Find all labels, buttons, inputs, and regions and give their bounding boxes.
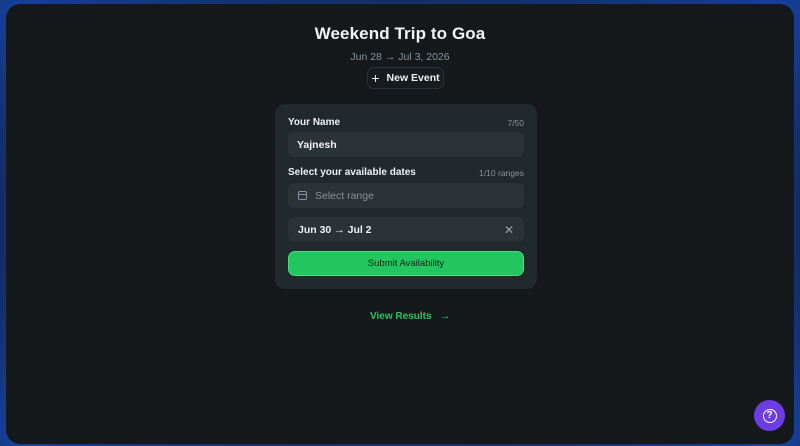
help-icon: ? (762, 408, 777, 423)
availability-form: Your Name 7/50 Yajnesh Select your avail… (275, 104, 537, 289)
arrow-right-icon: → (439, 310, 451, 322)
name-input[interactable]: Yajnesh (288, 132, 524, 157)
dates-label: Select your available dates (288, 167, 416, 178)
dates-range-count: 1/10 ranges (479, 168, 524, 178)
event-date-range: Jun 28 → Jul 3, 2026 (350, 51, 450, 63)
new-event-button[interactable]: + New Event (367, 67, 444, 89)
new-event-label: New Event (386, 72, 440, 84)
view-results-label: View Results (370, 310, 432, 322)
range-placeholder: Select range (315, 189, 374, 202)
close-icon[interactable]: ✕ (504, 223, 514, 237)
name-char-count: 7/50 (507, 118, 524, 128)
event-title: Weekend Trip to Goa (314, 24, 486, 43)
event-header: Weekend Trip to Goa Jun 28 → Jul 3, 2026 (6, 24, 794, 63)
selected-range-label: Jun 30 → Jul 2 (298, 223, 372, 236)
view-results-link[interactable]: View Results → (370, 310, 451, 322)
app-window: Weekend Trip to Goa Jun 28 → Jul 3, 2026… (6, 4, 794, 444)
calendar-icon (298, 191, 307, 200)
plus-icon: + (371, 70, 380, 86)
submit-availability-button[interactable]: Submit Availability (288, 251, 524, 276)
date-range-picker[interactable]: Select range (288, 183, 524, 208)
selected-range-chip: Jun 30 → Jul 2 ✕ (288, 217, 524, 242)
name-label: Your Name (288, 117, 341, 128)
help-button[interactable]: ? (754, 400, 785, 431)
page-frame: Weekend Trip to Goa Jun 28 → Jul 3, 2026… (0, 0, 800, 446)
